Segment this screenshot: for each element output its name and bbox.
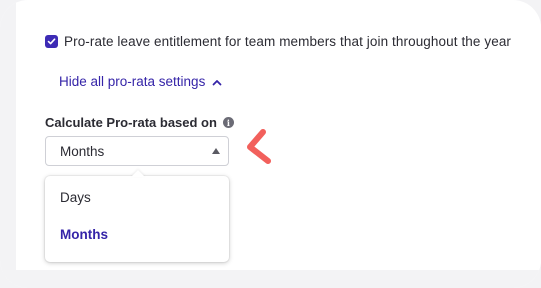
- hide-prorata-settings-link[interactable]: Hide all pro-rata settings: [59, 74, 222, 89]
- card-left-edge: [0, 0, 16, 288]
- calculate-prorata-label: Calculate Pro-rata based on i: [45, 115, 234, 130]
- card-bottom-edge: [0, 270, 541, 288]
- prorate-checkbox[interactable]: [45, 35, 58, 48]
- settings-card: Pro-rate leave entitlement for team memb…: [0, 0, 541, 288]
- annotation-arrow-icon: [247, 129, 271, 164]
- hide-prorata-settings-label: Hide all pro-rata settings: [59, 74, 206, 89]
- chevron-up-icon: [212, 74, 222, 89]
- prorata-basis-dropdown: Days Months: [45, 176, 229, 262]
- prorate-checkbox-row[interactable]: Pro-rate leave entitlement for team memb…: [45, 34, 511, 49]
- caret-up-icon: [212, 148, 220, 154]
- dropdown-option-months[interactable]: Months: [60, 227, 108, 242]
- prorate-checkbox-label: Pro-rate leave entitlement for team memb…: [64, 34, 512, 49]
- calculate-prorata-label-text: Calculate Pro-rata based on: [45, 115, 217, 130]
- dropdown-option-days[interactable]: Days: [60, 190, 91, 205]
- prorata-basis-selected-value: Months: [60, 143, 105, 159]
- prorata-basis-select[interactable]: Months: [45, 136, 229, 166]
- info-icon[interactable]: i: [222, 117, 234, 128]
- checkmark-icon: [47, 38, 56, 45]
